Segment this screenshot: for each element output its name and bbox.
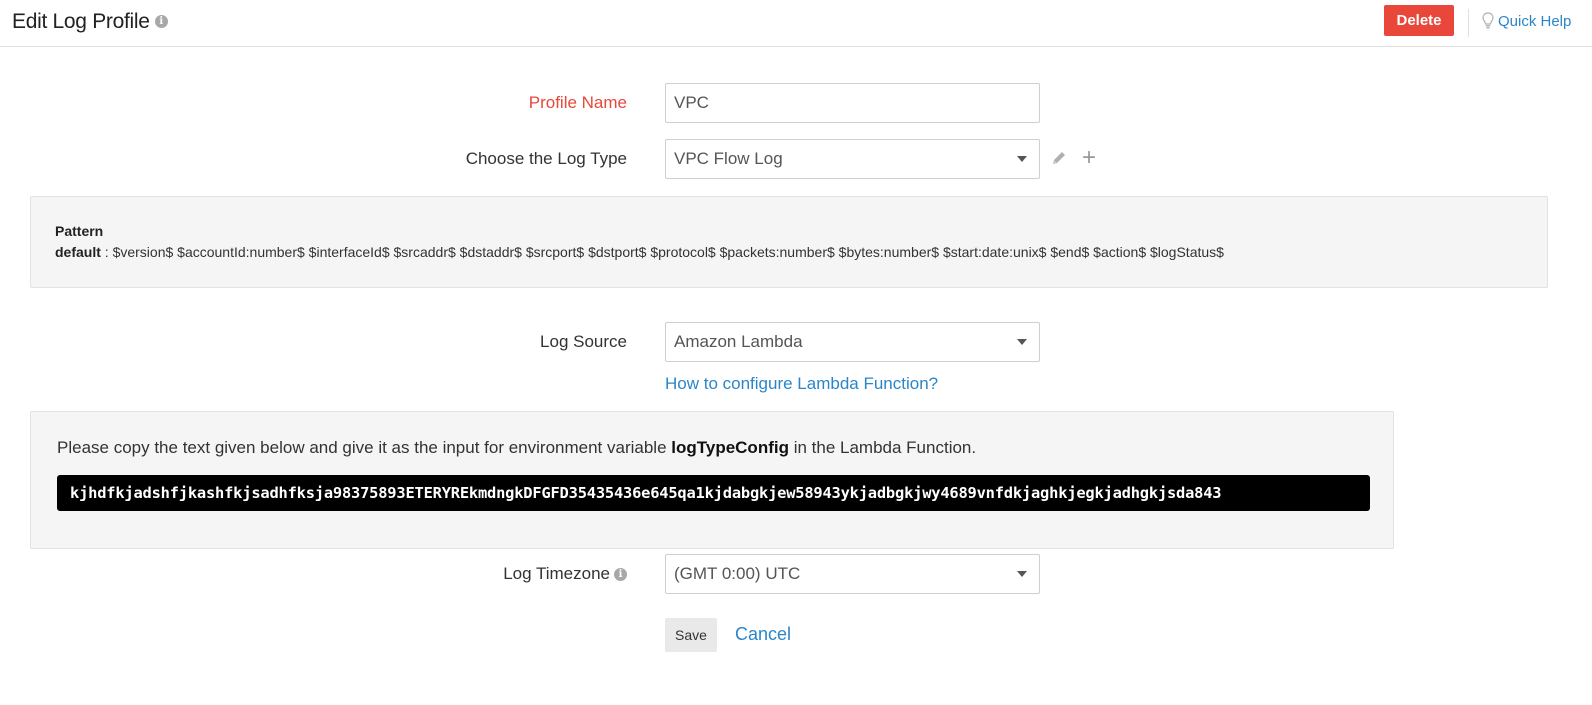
page-header: Edit Log Profile i Delete Quick Help	[0, 0, 1592, 47]
info-icon[interactable]: i	[154, 14, 168, 28]
instruction-prefix: Please copy the text given below and giv…	[57, 438, 672, 457]
page-title-text: Edit Log Profile	[12, 10, 150, 33]
save-button[interactable]: Save	[665, 618, 717, 652]
lambda-instruction: Please copy the text given below and giv…	[57, 438, 976, 458]
lambda-help-link[interactable]: How to configure Lambda Function?	[665, 374, 938, 394]
log-type-selected: VPC Flow Log	[674, 149, 783, 168]
log-timezone-selected: (GMT 0:00) UTC	[674, 564, 801, 583]
pattern-separator: :	[100, 244, 113, 260]
lightbulb-icon	[1482, 12, 1494, 29]
pattern-value: $version$ $accountId:number$ $interfaceI…	[112, 244, 1224, 260]
page-title: Edit Log Profile i	[12, 10, 168, 34]
profile-name-label: Profile Name	[528, 93, 627, 112]
config-code-block[interactable]: kjhdfkjadshfjkashfkjsadhfksja98375893ETE…	[57, 475, 1370, 511]
instruction-suffix: in the Lambda Function.	[788, 438, 977, 457]
log-timezone-row: Log Timezone i (GMT 0:00) UTC	[0, 554, 1592, 594]
log-source-select[interactable]: Amazon Lambda	[665, 322, 1040, 362]
log-type-label: Choose the Log Type	[465, 149, 627, 168]
log-timezone-select[interactable]: (GMT 0:00) UTC	[665, 554, 1040, 594]
profile-name-input[interactable]	[665, 83, 1040, 123]
pattern-title: Pattern	[55, 223, 104, 239]
pattern-name: default	[55, 244, 101, 260]
log-type-row: Choose the Log Type VPC Flow Log	[0, 139, 1592, 179]
delete-button[interactable]: Delete	[1384, 5, 1454, 36]
header-divider	[1468, 9, 1469, 37]
log-timezone-label: Log Timezone i	[503, 554, 627, 594]
pencil-icon[interactable]	[1050, 149, 1068, 167]
chevron-down-icon	[1017, 156, 1027, 162]
plus-icon[interactable]: +	[1082, 146, 1096, 170]
log-source-label: Log Source	[540, 332, 627, 351]
log-source-selected: Amazon Lambda	[674, 332, 803, 351]
quick-help-link[interactable]: Quick Help	[1482, 12, 1571, 30]
env-var-name: logTypeConfig	[671, 438, 789, 457]
cancel-link[interactable]: Cancel	[735, 624, 791, 645]
log-source-row: Log Source Amazon Lambda	[0, 322, 1592, 362]
info-icon[interactable]: i	[614, 568, 627, 582]
pattern-line: default : $version$ $accountId:number$ $…	[55, 244, 1224, 260]
pattern-panel: Pattern default : $version$ $accountId:n…	[30, 196, 1548, 288]
log-type-select[interactable]: VPC Flow Log	[665, 139, 1040, 179]
lambda-config-panel: Please copy the text given below and giv…	[30, 411, 1394, 549]
chevron-down-icon	[1017, 571, 1027, 577]
chevron-down-icon	[1017, 339, 1027, 345]
quick-help-label: Quick Help	[1498, 12, 1572, 30]
log-timezone-label-text: Log Timezone	[503, 564, 610, 583]
profile-name-row: Profile Name	[0, 83, 1592, 123]
